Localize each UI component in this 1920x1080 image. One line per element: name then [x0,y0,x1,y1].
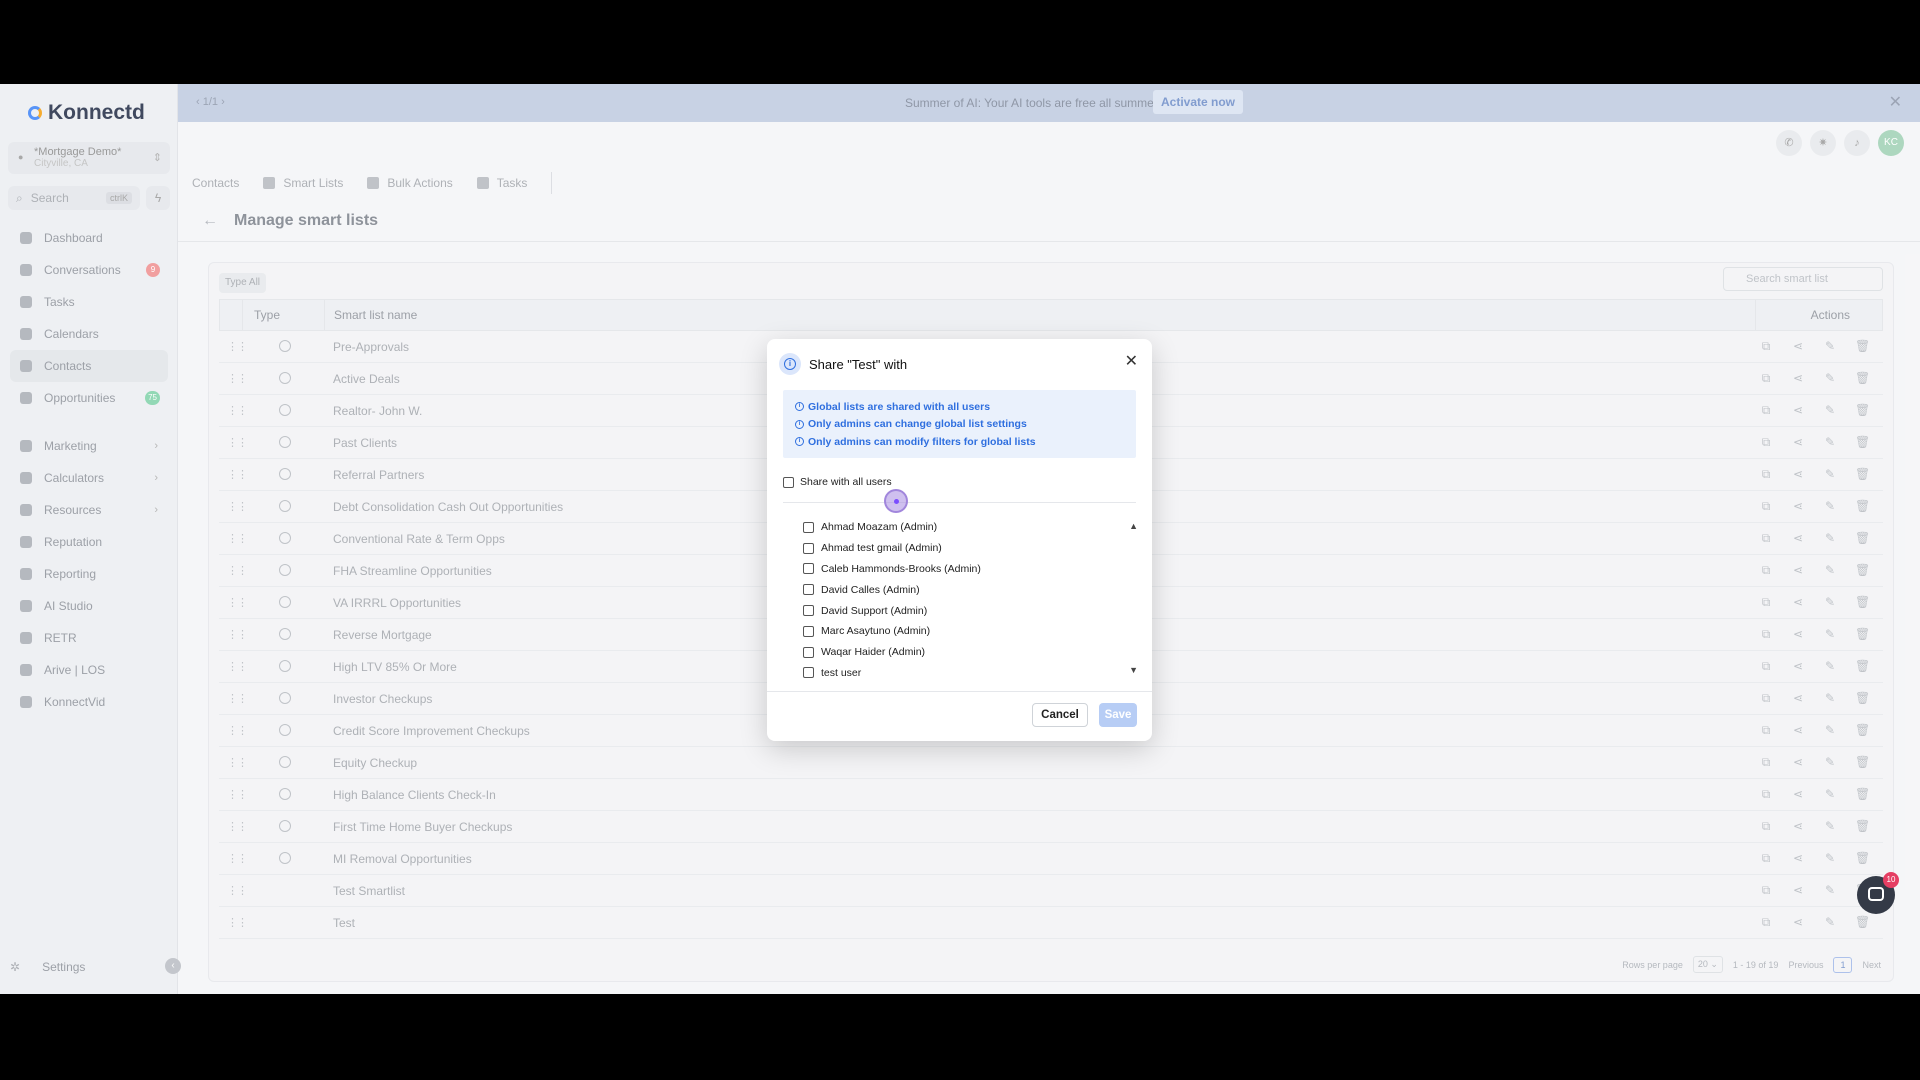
global-list-note: i Global lists are shared with all users [795,398,1124,416]
modal-header: i Share "Test" with [779,353,907,375]
note-text: Only admins can modify filters for globa… [808,435,1036,448]
share-all-checkbox[interactable] [783,476,794,488]
cancel-button[interactable]: Cancel [1032,703,1088,727]
user-checkbox[interactable] [803,667,814,679]
user-name: Ahmad test gmail (Admin) [821,542,942,555]
mouse-cursor-indicator [884,489,908,513]
user-option[interactable]: test user [803,663,1123,684]
user-checkbox[interactable] [803,605,814,617]
user-option[interactable]: Ahmad test gmail (Admin) [803,538,1123,559]
user-name: Ahmad Moazam (Admin) [821,521,938,534]
share-all-label: Share with all users [800,476,892,488]
user-option[interactable]: David Support (Admin) [803,600,1123,621]
user-name: test user [821,666,862,679]
user-checkbox[interactable] [803,584,814,596]
scroll-up-icon[interactable]: ▲ [1129,521,1138,531]
global-list-note: i Only admins can modify filters for glob… [795,433,1124,451]
user-option[interactable]: David Calles (Admin) [803,579,1123,600]
info-icon: i [795,402,804,412]
global-list-note: i Only admins can change global list sett… [795,416,1124,434]
close-modal-icon[interactable]: ✕ [1125,351,1138,371]
user-name: Caleb Hammonds-Brooks (Admin) [821,562,981,575]
user-option[interactable]: Waqar Haider (Admin) [803,642,1123,663]
info-icon: i [795,437,804,447]
user-name: Waqar Haider (Admin) [821,646,926,659]
user-option[interactable]: Marc Asaytuno (Admin) [803,621,1123,642]
user-checkbox[interactable] [803,646,814,658]
user-option[interactable]: Caleb Hammonds-Brooks (Admin) [803,559,1123,580]
modal-divider [783,502,1136,503]
modal-footer-divider [767,691,1152,692]
info-icon: i [795,419,804,429]
user-name: Marc Asaytuno (Admin) [821,625,931,638]
user-name: David Support (Admin) [821,604,928,617]
user-checkbox[interactable] [803,625,814,637]
user-name: David Calles (Admin) [821,583,920,596]
save-button[interactable]: Save [1099,703,1137,727]
user-checkbox-list: Ahmad Moazam (Admin) Ahmad test gmail (Ad… [803,517,1123,683]
scroll-down-icon[interactable]: ▼ [1129,665,1138,675]
share-with-all-users[interactable]: Share with all users [783,476,892,488]
share-smart-list-modal: i Share "Test" with ✕ i Global lists are … [767,339,1152,741]
note-text: Only admins can change global list setti… [808,418,1027,431]
user-checkbox[interactable] [803,542,814,554]
app-frame: Konnectd ● *Mortgage Demo* Cityville, CA… [0,84,1920,994]
info-icon: i [779,353,801,375]
user-checkbox[interactable] [803,521,814,533]
user-checkbox[interactable] [803,563,814,575]
global-list-notes: i Global lists are shared with all users i… [783,390,1136,458]
user-option[interactable]: Ahmad Moazam (Admin) [803,517,1123,538]
note-text: Global lists are shared with all users [808,400,991,413]
modal-title: Share "Test" with [809,356,908,372]
